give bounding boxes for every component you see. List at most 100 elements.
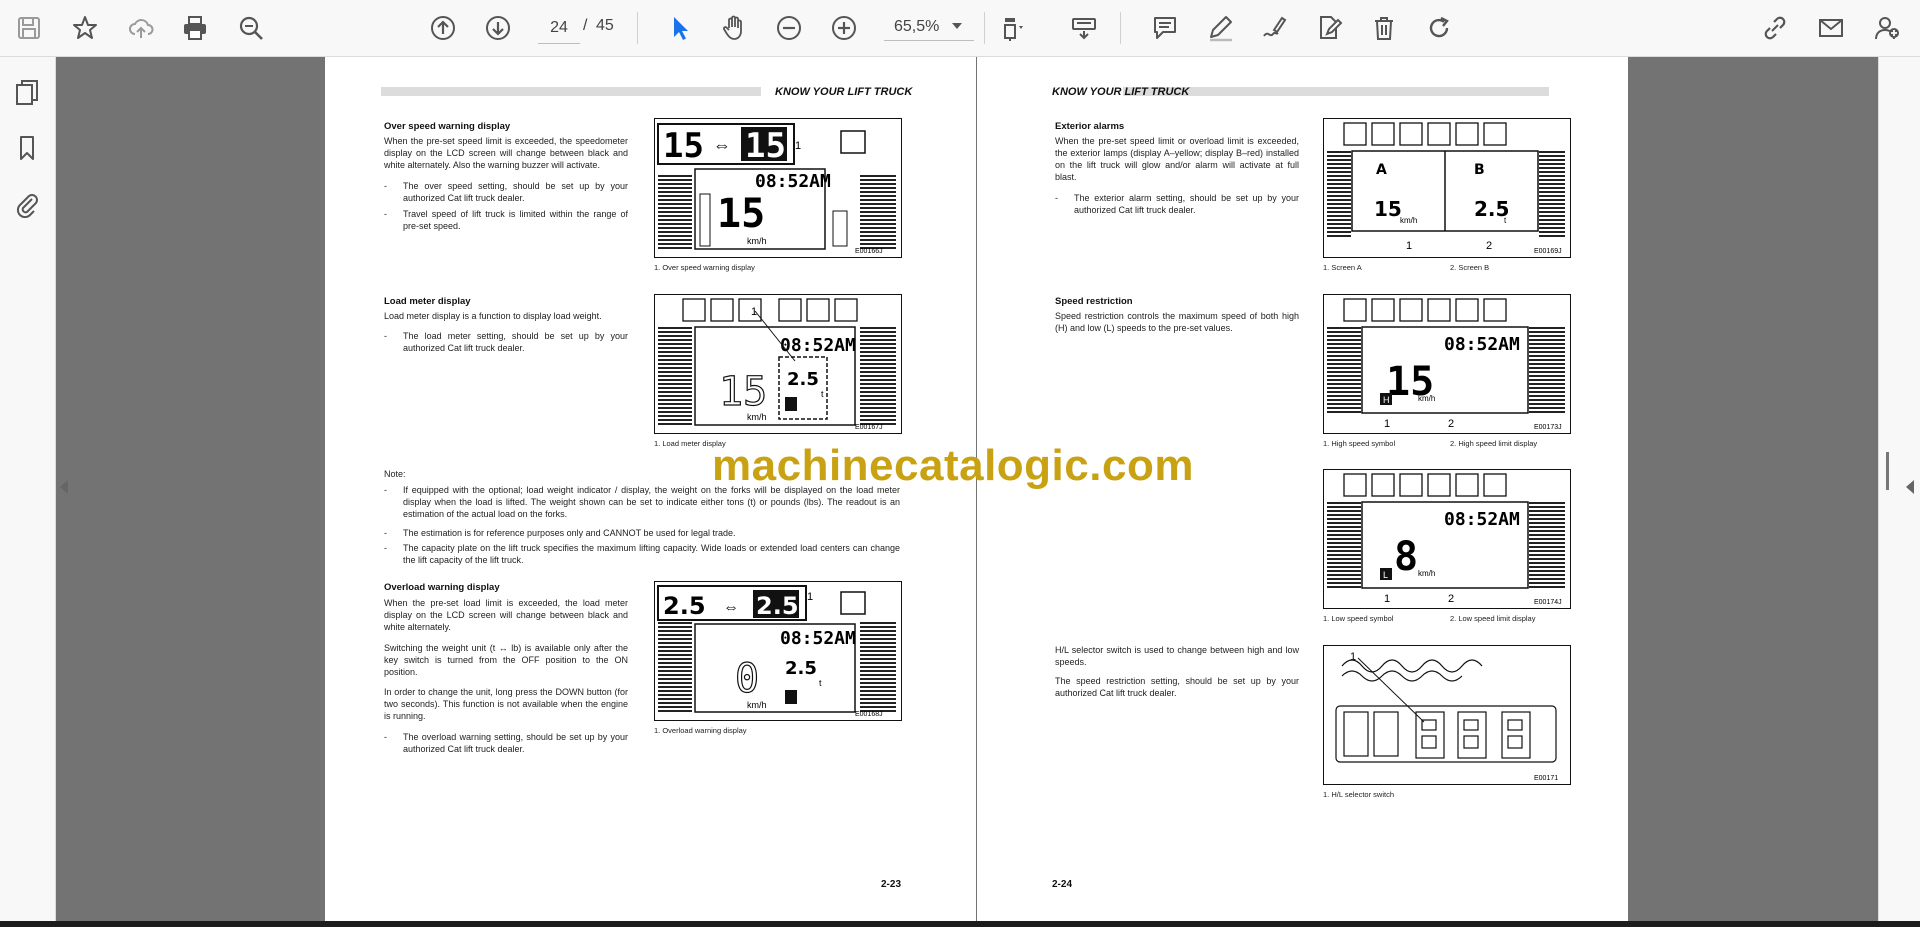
paragraph: The speed restriction setting, should be… bbox=[1055, 676, 1299, 698]
bullet-item: - The over speed setting, should be set u… bbox=[384, 181, 628, 203]
pages-icon[interactable] bbox=[10, 75, 44, 109]
note-label: Note: bbox=[384, 469, 406, 479]
upload-cloud-icon[interactable] bbox=[124, 11, 158, 45]
figure-load-meter-display: 1 08:52AM 15 km/h 2.5 t E00167J bbox=[654, 294, 902, 434]
svg-text:km/h: km/h bbox=[747, 412, 767, 422]
svg-text:15: 15 bbox=[745, 126, 786, 166]
toolbar-divider bbox=[984, 12, 985, 44]
figure-caption: 1. H/L selector switch bbox=[1323, 790, 1394, 799]
svg-text:08:52AM: 08:52AM bbox=[755, 171, 831, 192]
figure-caption: 1. Low speed symbol bbox=[1323, 614, 1394, 623]
figure-caption: 1. Overload warning display bbox=[654, 726, 747, 735]
running-header: KNOW YOUR LIFT TRUCK bbox=[775, 86, 913, 98]
section-title: Over speed warning display bbox=[384, 121, 511, 132]
paragraph: Load meter display is a function to disp… bbox=[384, 311, 602, 321]
expand-right-panel-icon[interactable] bbox=[1906, 480, 1914, 494]
svg-text:2.5: 2.5 bbox=[787, 369, 819, 390]
figure-caption: 1. Screen A bbox=[1323, 263, 1362, 272]
delete-icon[interactable] bbox=[1367, 11, 1401, 45]
watermark-text: machinecatalogic.com bbox=[712, 441, 1194, 490]
svg-text:15: 15 bbox=[717, 191, 765, 237]
bullet-item: - The load meter setting, should be set u… bbox=[384, 331, 628, 353]
taskbar-edge bbox=[0, 921, 1920, 927]
svg-text:km/h: km/h bbox=[1400, 216, 1417, 225]
bookmark-icon[interactable] bbox=[10, 131, 44, 165]
hand-icon[interactable] bbox=[717, 11, 751, 45]
running-header: KNOW YOUR LIFT TRUCK bbox=[1052, 86, 1190, 98]
page-number: 2-23 bbox=[881, 879, 902, 890]
figure-high-speed-display: 08:52AM 15 km/h H 1 2 E00173J bbox=[1323, 294, 1571, 434]
svg-text:1: 1 bbox=[1384, 593, 1390, 605]
svg-text:⇔: ⇔ bbox=[713, 135, 731, 155]
mail-icon[interactable] bbox=[1814, 11, 1848, 45]
comment-icon[interactable] bbox=[1148, 11, 1182, 45]
svg-text:2.5: 2.5 bbox=[785, 658, 817, 679]
print-icon[interactable] bbox=[178, 11, 212, 45]
page-up-icon[interactable] bbox=[426, 11, 460, 45]
save-icon[interactable] bbox=[12, 11, 46, 45]
select-cursor-icon[interactable] bbox=[663, 11, 697, 45]
svg-text:E00166J: E00166J bbox=[855, 248, 883, 255]
collapse-left-panel-icon[interactable] bbox=[60, 480, 68, 494]
link-icon[interactable] bbox=[1758, 11, 1792, 45]
attachment-icon[interactable] bbox=[10, 187, 44, 221]
svg-text:⇔: ⇔ bbox=[723, 599, 739, 616]
keyboard-icon[interactable] bbox=[1067, 11, 1101, 45]
edit-document-icon[interactable] bbox=[1312, 11, 1346, 45]
paragraph: H/L selector switch is used to change be… bbox=[1055, 645, 1299, 667]
toolbar: / 45 65,5% bbox=[0, 0, 1920, 57]
toolbar-divider bbox=[637, 12, 638, 44]
paragraph: In order to change the unit, long press … bbox=[384, 687, 628, 721]
svg-text:1: 1 bbox=[1406, 240, 1412, 252]
page-number-input[interactable] bbox=[538, 13, 580, 44]
page-number: 2-24 bbox=[1052, 879, 1073, 890]
add-user-icon[interactable] bbox=[1870, 11, 1904, 45]
figure-caption: 2. Screen B bbox=[1450, 263, 1490, 272]
figure-exterior-alarms: A B 15 km/h 2.5 t 1 2 E00169J bbox=[1323, 118, 1571, 258]
bookmark-star-icon[interactable] bbox=[68, 11, 102, 45]
svg-text:A: A bbox=[1376, 162, 1387, 178]
svg-text:km/h: km/h bbox=[1418, 569, 1435, 578]
page-down-icon[interactable] bbox=[481, 11, 515, 45]
svg-text:1: 1 bbox=[807, 591, 813, 603]
svg-text:2: 2 bbox=[1448, 418, 1454, 430]
svg-text:km/h: km/h bbox=[1418, 394, 1435, 403]
section-title: Speed restriction bbox=[1055, 296, 1133, 307]
bullet-item: - The estimation is for reference purpose… bbox=[384, 528, 736, 538]
svg-text:15: 15 bbox=[719, 369, 767, 415]
svg-text:8: 8 bbox=[1394, 534, 1418, 580]
svg-text:E00167J: E00167J bbox=[855, 424, 883, 431]
svg-text:08:52AM: 08:52AM bbox=[1444, 334, 1520, 355]
figure-caption: 2. High speed limit display bbox=[1450, 439, 1538, 448]
pen-icon[interactable] bbox=[1203, 11, 1237, 45]
figure-caption: 1. Over speed warning display bbox=[654, 263, 755, 272]
svg-text:H: H bbox=[1383, 395, 1390, 405]
svg-text:B: B bbox=[1474, 162, 1485, 178]
svg-text:2.5: 2.5 bbox=[756, 592, 799, 620]
rotate-icon[interactable] bbox=[1422, 11, 1456, 45]
figure-caption: 2. Low speed limit display bbox=[1450, 614, 1536, 623]
svg-text:08:52AM: 08:52AM bbox=[1444, 509, 1520, 530]
header-bar bbox=[381, 87, 761, 96]
sign-icon[interactable] bbox=[1257, 11, 1291, 45]
toolbar-divider bbox=[1120, 12, 1121, 44]
zoom-plus-icon[interactable] bbox=[827, 11, 861, 45]
svg-text:km/h: km/h bbox=[747, 700, 767, 710]
svg-text:2.5: 2.5 bbox=[663, 592, 706, 620]
svg-text:0: 0 bbox=[735, 656, 759, 702]
zoom-out-search-icon[interactable] bbox=[234, 11, 268, 45]
figure-caption: 1. High speed symbol bbox=[1323, 439, 1396, 448]
bullet-item: - Travel speed of lift truck is limited w… bbox=[384, 209, 628, 231]
scrollbar[interactable] bbox=[1886, 452, 1889, 490]
section-title: Exterior alarms bbox=[1055, 121, 1125, 132]
svg-text:1: 1 bbox=[1350, 651, 1356, 663]
svg-text:L: L bbox=[1383, 570, 1388, 580]
fig-big-value: 15 bbox=[663, 126, 704, 166]
chevron-down-icon[interactable] bbox=[952, 23, 962, 29]
svg-text:2: 2 bbox=[1448, 593, 1454, 605]
zoom-minus-icon[interactable] bbox=[772, 11, 806, 45]
fit-page-icon[interactable] bbox=[997, 11, 1031, 45]
svg-text:E00173J: E00173J bbox=[1534, 424, 1562, 431]
svg-text:1: 1 bbox=[795, 140, 801, 152]
svg-text:km/h: km/h bbox=[747, 236, 767, 246]
